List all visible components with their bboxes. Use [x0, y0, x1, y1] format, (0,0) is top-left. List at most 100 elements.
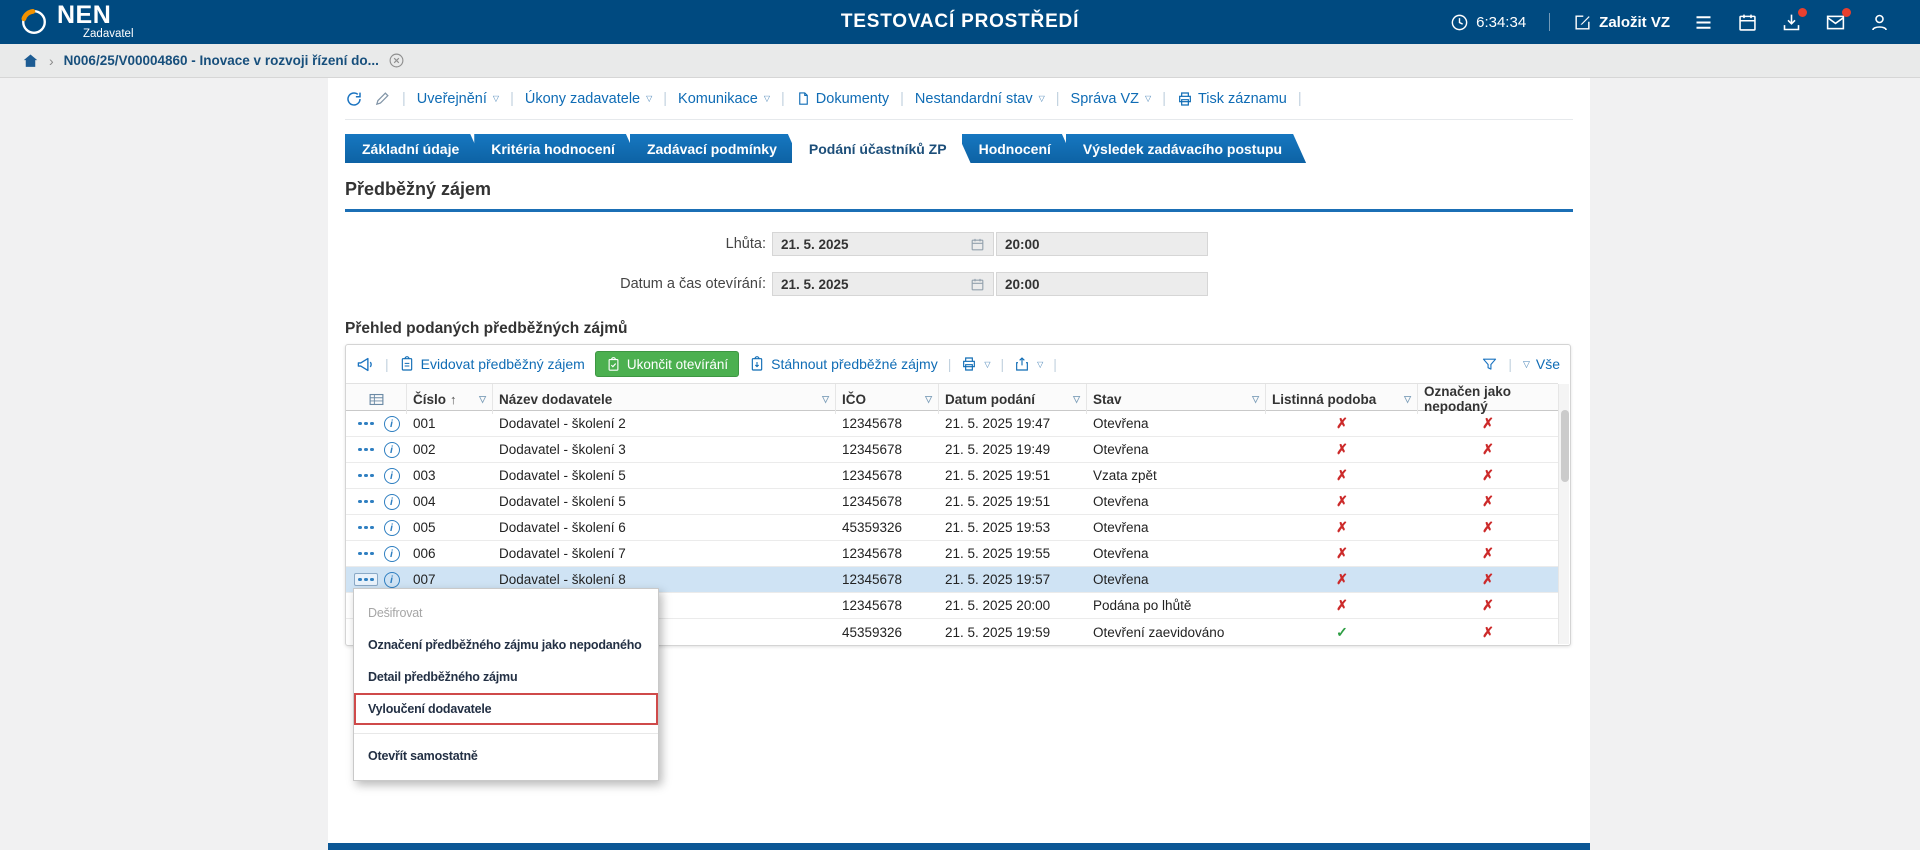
table-row[interactable]: i 003 Dodavatel - školení 5 12345678 21.… — [346, 463, 1558, 489]
divider: | — [1162, 91, 1166, 107]
menu-item-oznaceni-nepodaneho[interactable]: Označení předběžného zájmu jako nepodané… — [354, 629, 658, 661]
calendar-small-icon[interactable] — [970, 277, 985, 292]
filter-icon[interactable]: ▽ — [1404, 394, 1411, 405]
row-menu-icon[interactable] — [354, 547, 378, 561]
divider: | — [1001, 356, 1005, 372]
row-info-icon[interactable]: i — [384, 572, 400, 588]
cell-datum: 21. 5. 2025 19:57 — [939, 572, 1087, 587]
calendar-small-icon[interactable] — [970, 237, 985, 252]
col-ico[interactable]: IČO▽ — [836, 384, 939, 414]
table-row[interactable]: i 002 Dodavatel - školení 3 12345678 21.… — [346, 437, 1558, 463]
breadcrumb-item[interactable]: N006/25/V00004860 - Inovace v rozvoji ří… — [64, 53, 379, 68]
tab-vysledek-zadavaciho-postupu[interactable]: Výsledek zadávacího postupu — [1066, 134, 1306, 163]
tab-podani-ucastniku-zp[interactable]: Podání účastníků ZP — [792, 134, 971, 163]
menu-uverejneni[interactable]: Uveřejnění▽ — [417, 91, 499, 107]
row-info-icon[interactable]: i — [384, 546, 400, 562]
filter-icon[interactable]: ▽ — [925, 394, 932, 405]
row-info-icon[interactable]: i — [384, 416, 400, 432]
edit-icon[interactable] — [374, 90, 391, 107]
footer-bar — [328, 843, 1590, 850]
home-icon[interactable] — [22, 52, 39, 69]
row-info-icon[interactable]: i — [384, 520, 400, 536]
tab-kriteria-hodnoceni[interactable]: Kritéria hodnocení — [474, 134, 639, 163]
scrollbar-thumb[interactable] — [1561, 410, 1569, 482]
column-chooser-icon[interactable] — [368, 391, 385, 408]
col-stav[interactable]: Stav▽ — [1087, 384, 1266, 414]
col-oznacen-jako-nepodany[interactable]: Označen jako nepodaný — [1418, 384, 1558, 414]
filter-icon[interactable]: ▽ — [1073, 394, 1080, 405]
menu-dokumenty[interactable]: Dokumenty — [796, 91, 889, 107]
col-cislo[interactable]: Číslo↑▽ — [407, 384, 493, 414]
opening-date-field[interactable]: 21. 5. 2025 — [772, 272, 994, 296]
row-info-icon[interactable]: i — [384, 494, 400, 510]
tab-hodnoceni[interactable]: Hodnocení — [962, 134, 1075, 163]
announcement-icon[interactable] — [356, 355, 375, 374]
cell-datum: 21. 5. 2025 19:47 — [939, 416, 1087, 431]
row-menu-icon[interactable] — [354, 443, 378, 457]
user-profile-icon[interactable] — [1869, 12, 1890, 33]
table-row[interactable]: i 006 Dodavatel - školení 7 12345678 21.… — [346, 541, 1558, 567]
menu-nestandardni-stav[interactable]: Nestandardní stav▽ — [915, 91, 1045, 107]
table-scrollbar[interactable] — [1558, 384, 1569, 644]
cell-stav: Otevřena — [1087, 546, 1266, 561]
table-row[interactable]: i 001 Dodavatel - školení 2 12345678 21.… — [346, 411, 1558, 437]
menu-tisk-zaznamu[interactable]: Tisk záznamu — [1177, 91, 1287, 107]
vse-filter-dropdown[interactable]: ▽Vše — [1522, 356, 1560, 372]
nen-logo[interactable]: NEN Zadavatel — [0, 3, 134, 41]
print-table-button[interactable]: ▽ — [961, 356, 990, 372]
filter-icon[interactable]: ▽ — [822, 394, 829, 405]
chevron-down-icon: ▽ — [984, 360, 990, 369]
deadline-date-field[interactable]: 21. 5. 2025 — [772, 232, 994, 256]
menu-item-vylouceni-dodavatele[interactable]: Vyloučení dodavatele — [354, 693, 658, 725]
messages-icon[interactable] — [1825, 12, 1846, 33]
deadline-label: Lhůta: — [345, 236, 772, 252]
row-menu-icon[interactable] — [354, 495, 378, 509]
col-nazev-dodavatele[interactable]: Název dodavatele▽ — [493, 384, 836, 414]
downloads-icon[interactable] — [1781, 12, 1802, 33]
filter-icon[interactable]: ▽ — [1252, 394, 1259, 405]
cell-listinna: ✗ — [1266, 415, 1418, 432]
row-menu-icon[interactable] — [354, 469, 378, 483]
cell-datum: 21. 5. 2025 19:53 — [939, 520, 1087, 535]
menu-sprava-vz[interactable]: Správa VZ▽ — [1071, 91, 1152, 107]
row-info-icon[interactable]: i — [384, 442, 400, 458]
tab-zadavaci-podminky[interactable]: Zadávací podmínky — [630, 134, 801, 163]
table-row[interactable]: i 004 Dodavatel - školení 5 12345678 21.… — [346, 489, 1558, 515]
row-menu-icon[interactable] — [354, 573, 378, 587]
cell-ico: 12345678 — [836, 494, 939, 509]
cell-nepodany: ✗ — [1418, 571, 1558, 588]
table-header: Číslo↑▽ Název dodavatele▽ IČO▽ Datum pod… — [346, 383, 1558, 411]
evidovat-zajem-button[interactable]: Evidovat předběžný zájem — [399, 356, 585, 372]
divider: | — [663, 91, 667, 107]
refresh-icon[interactable] — [345, 90, 363, 108]
stahnout-zajmy-button[interactable]: Stáhnout předběžné zájmy — [749, 356, 938, 372]
cell-datum: 21. 5. 2025 19:55 — [939, 546, 1087, 561]
filter-funnel-icon[interactable] — [1481, 356, 1498, 373]
new-document-icon — [1573, 13, 1592, 32]
cell-listinna: ✗ — [1266, 467, 1418, 484]
downloads-badge — [1798, 8, 1807, 17]
calendar-icon[interactable] — [1737, 12, 1758, 33]
deadline-time-field[interactable]: 20:00 — [996, 232, 1208, 256]
tab-zakladni-udaje[interactable]: Základní údaje — [345, 134, 483, 163]
opening-time-field[interactable]: 20:00 — [996, 272, 1208, 296]
ukoncit-otevirani-button[interactable]: Ukončit otevírání — [595, 351, 739, 377]
menu-item-desifrovat[interactable]: Dešifrovat — [354, 597, 658, 629]
row-menu-icon[interactable] — [354, 417, 378, 431]
menu-hamburger-icon[interactable] — [1693, 12, 1714, 33]
row-menu-icon[interactable] — [354, 521, 378, 535]
menu-ukony-zadavatele[interactable]: Úkony zadavatele▽ — [525, 91, 652, 107]
create-vz-button[interactable]: Založit VZ — [1573, 13, 1670, 32]
filter-icon[interactable]: ▽ — [479, 394, 486, 405]
menu-item-otevrit-samostatne[interactable]: Otevřít samostatně — [354, 740, 658, 772]
col-datum-podani[interactable]: Datum podání▽ — [939, 384, 1087, 414]
export-table-button[interactable]: ▽ — [1014, 356, 1043, 372]
menu-item-detail-zajmu[interactable]: Detail předběžného zájmu — [354, 661, 658, 693]
cell-cislo: 003 — [407, 468, 493, 483]
row-info-icon[interactable]: i — [384, 468, 400, 484]
table-row[interactable]: i 005 Dodavatel - školení 6 45359326 21.… — [346, 515, 1558, 541]
col-listinna-podoba[interactable]: Listinná podoba▽ — [1266, 384, 1418, 414]
close-tab-icon[interactable] — [388, 52, 405, 69]
row-context-menu: Dešifrovat Označení předběžného zájmu ja… — [353, 588, 659, 781]
menu-komunikace[interactable]: Komunikace▽ — [678, 91, 770, 107]
